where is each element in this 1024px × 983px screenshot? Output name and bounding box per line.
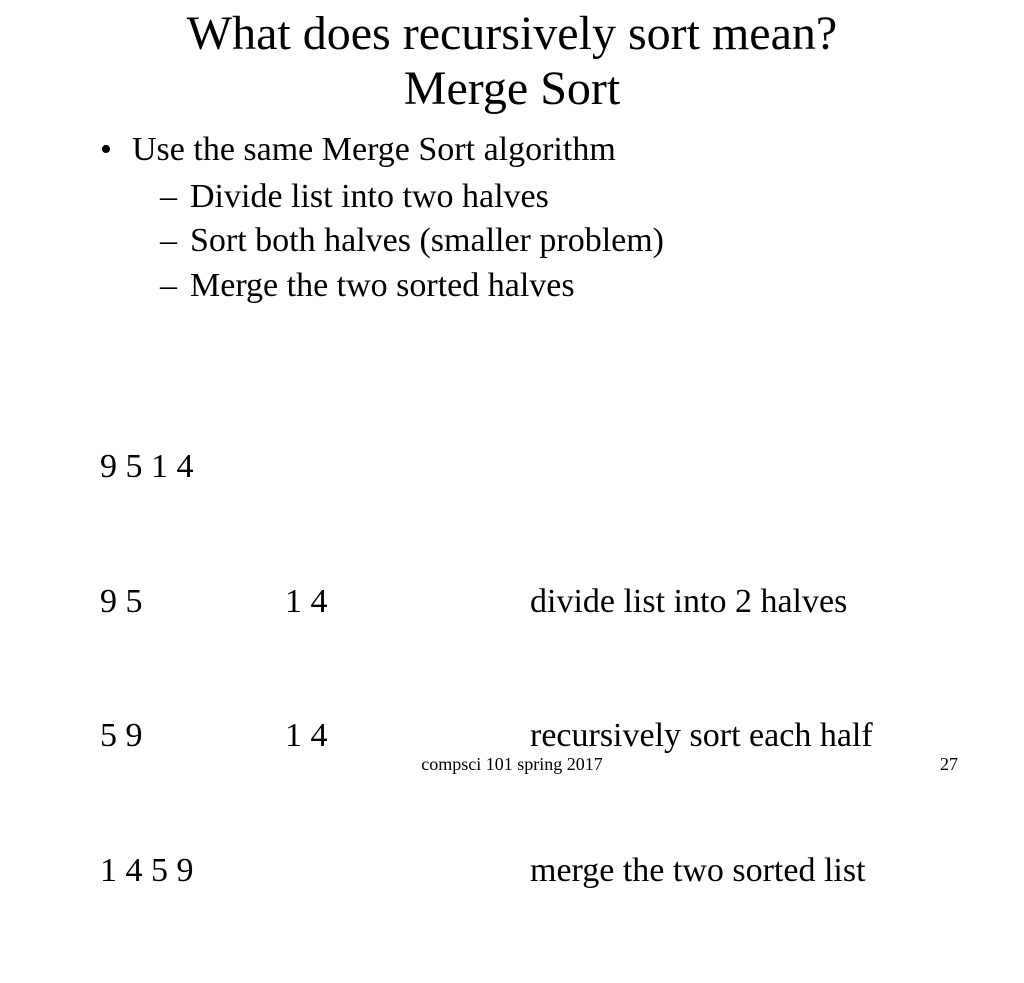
example-cell: divide list into 2 halves xyxy=(530,580,984,625)
example-cell: 9 5 1 4 xyxy=(100,445,285,490)
slide-title: What does recursively sort mean? Merge S… xyxy=(0,0,1024,116)
bullet-text: Merge the two sorted halves xyxy=(190,267,575,304)
title-line-1: What does recursively sort mean? xyxy=(0,6,1024,61)
slide: What does recursively sort mean? Merge S… xyxy=(0,0,1024,768)
example-row: 9 5 1 4 xyxy=(100,445,984,490)
example-cell: recursively sort each half xyxy=(530,714,984,759)
example-cell: 1 4 5 9 xyxy=(100,849,285,894)
slide-body: Use the same Merge Sort algorithm Divide… xyxy=(0,116,1024,983)
example-cell: merge the two sorted list xyxy=(530,849,984,894)
bullet-text: Use the same Merge Sort algorithm xyxy=(132,131,616,168)
page-number: 27 xyxy=(940,754,958,775)
bullet-text: Sort both halves (smaller problem) xyxy=(190,222,664,259)
example-block: 9 5 1 4 9 5 1 4 divide list into 2 halve… xyxy=(100,355,984,983)
bullet-level-2: Sort both halves (smaller problem) xyxy=(160,219,984,264)
bullet-level-2-group: Divide list into two halves Sort both ha… xyxy=(100,173,984,310)
footer-course: compsci 101 spring 2017 xyxy=(421,754,603,775)
example-cell: 5 9 xyxy=(100,714,285,759)
example-row: 5 9 1 4 recursively sort each half xyxy=(100,714,984,759)
title-line-2: Merge Sort xyxy=(0,61,1024,116)
bullet-level-1: Use the same Merge Sort algorithm xyxy=(100,128,984,172)
bullet-level-2: Divide list into two halves xyxy=(160,175,984,220)
example-cell: 1 4 xyxy=(285,714,530,759)
bullet-level-2: Merge the two sorted halves xyxy=(160,264,984,309)
example-cell: 9 5 xyxy=(100,580,285,625)
example-cell: 1 4 xyxy=(285,580,530,625)
example-row: 1 4 5 9 merge the two sorted list xyxy=(100,849,984,894)
example-cell xyxy=(285,849,530,894)
example-row: 9 5 1 4 divide list into 2 halves xyxy=(100,580,984,625)
bullet-text: Divide list into two halves xyxy=(190,178,549,215)
